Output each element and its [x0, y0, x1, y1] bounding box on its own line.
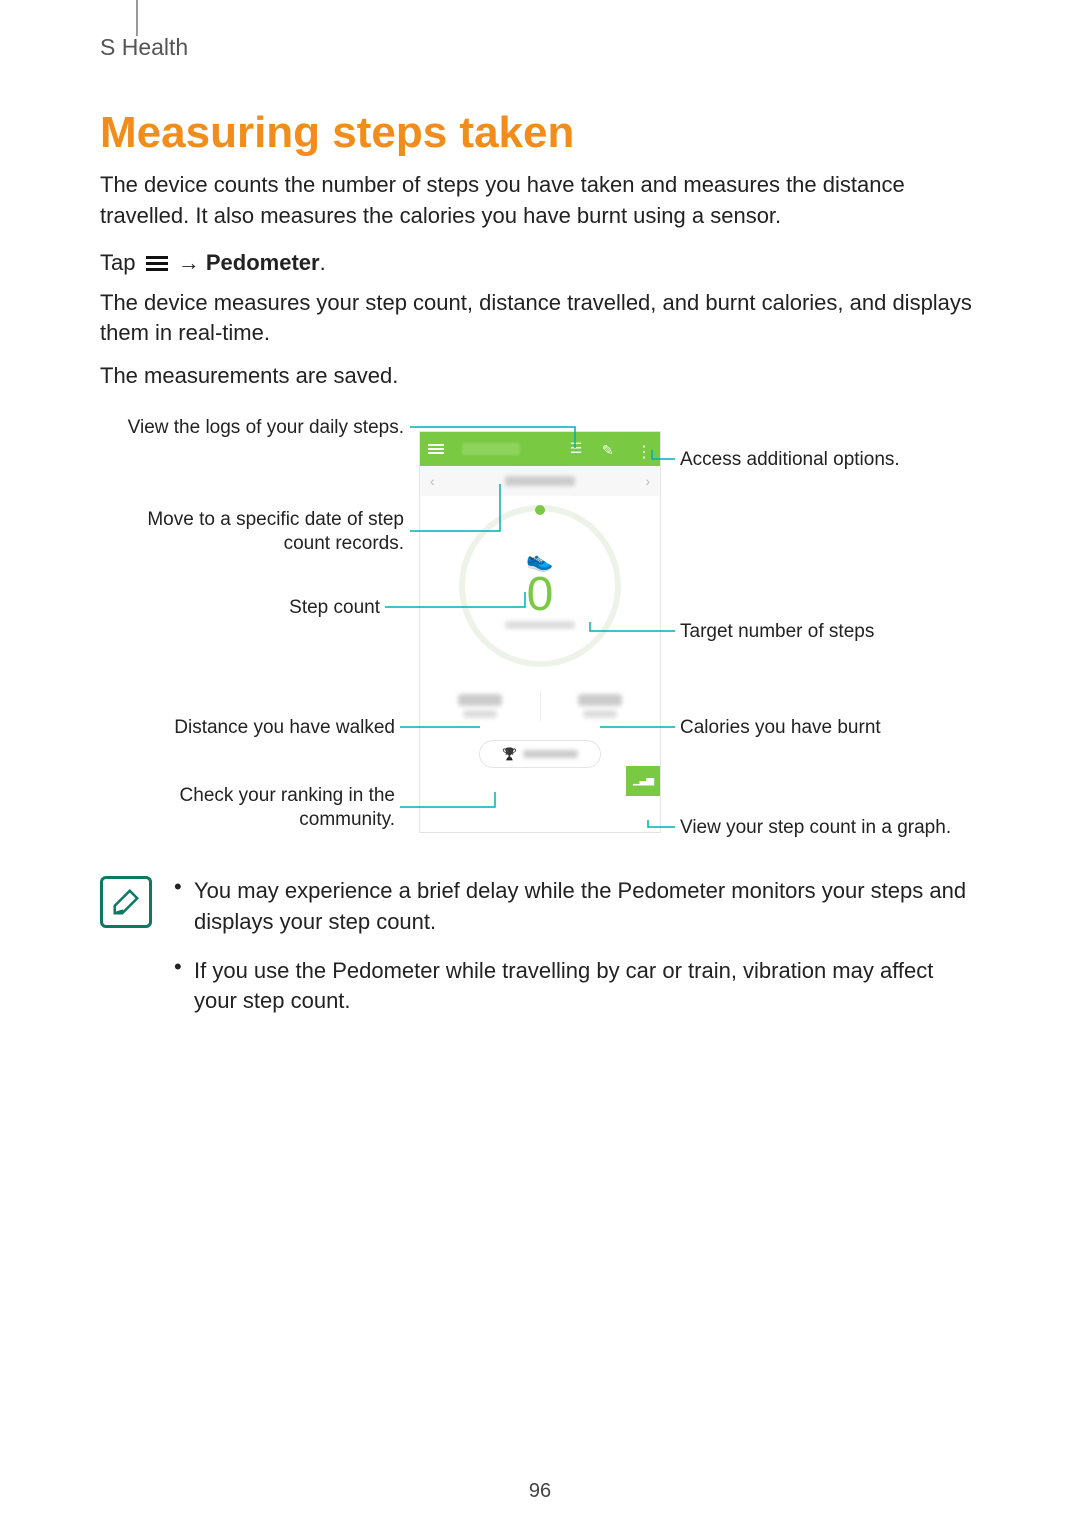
callout-step-count: Step count: [100, 596, 380, 620]
callout-logs: View the logs of your daily steps.: [86, 416, 404, 440]
note-item-2: If you use the Pedometer while travellin…: [170, 956, 980, 1018]
scoreboard-label-blur: [523, 750, 578, 758]
callout-graph: View your step count in a graph.: [680, 816, 951, 840]
graph-button[interactable]: [626, 766, 660, 796]
paragraph-2: The device measures your step count, dis…: [100, 288, 980, 350]
phone-screenshot: ‹ › 👟 0: [420, 432, 660, 832]
arrow-glyph: →: [178, 250, 200, 275]
gauge-ring: 👟 0: [459, 505, 621, 667]
menu-icon[interactable]: [428, 442, 444, 456]
intro-paragraph: The device counts the number of steps yo…: [100, 170, 980, 232]
callout-ranking-line2: community.: [299, 809, 395, 830]
callout-distance: Distance you have walked: [100, 716, 395, 740]
tap-instruction: Tap → Pedometer.: [100, 250, 980, 276]
calories-label-blur: [583, 710, 617, 718]
manual-page: S Health Measuring steps taken The devic…: [0, 0, 1080, 1527]
date-label-blur: [505, 476, 575, 486]
distance-stat: [420, 694, 540, 718]
callout-ranking: Check your ranking in the community.: [100, 784, 395, 832]
date-next-icon[interactable]: ›: [645, 473, 650, 489]
callout-date-line2: count records.: [284, 533, 404, 554]
note-block: You may experience a brief delay while t…: [100, 876, 980, 1035]
stats-row: [420, 676, 660, 736]
distance-label-blur: [463, 710, 497, 718]
callout-date-line1: Move to a specific date of step: [147, 509, 404, 530]
date-navigator: ‹ ›: [420, 466, 660, 496]
page-title: Measuring steps taken: [100, 30, 980, 158]
callout-target: Target number of steps: [680, 620, 874, 644]
callout-date: Move to a specific date of step count re…: [100, 508, 404, 556]
callout-ranking-line1: Check your ranking in the: [180, 785, 395, 806]
note-icon: [100, 876, 152, 928]
note-list: You may experience a brief delay while t…: [170, 876, 980, 1035]
calories-stat: [541, 694, 661, 718]
header-divider: [136, 0, 138, 36]
scoreboard-button[interactable]: [479, 740, 601, 768]
hamburger-icon: [146, 253, 168, 274]
annotated-diagram: View the logs of your daily steps. Move …: [100, 412, 980, 852]
trophy-icon: [502, 745, 517, 763]
calories-value-blur: [578, 694, 622, 706]
tap-prefix: Tap: [100, 250, 135, 275]
app-topbar: [420, 432, 660, 466]
step-count-value: 0: [527, 571, 554, 619]
page-number: 96: [0, 1480, 1080, 1503]
date-prev-icon[interactable]: ‹: [430, 473, 435, 489]
paragraph-3: The measurements are saved.: [100, 361, 980, 392]
callout-options: Access additional options.: [680, 448, 900, 472]
more-options-icon[interactable]: [636, 442, 652, 456]
bottom-row: [420, 736, 660, 796]
distance-value-blur: [458, 694, 502, 706]
step-gauge: 👟 0: [420, 496, 660, 676]
log-list-icon[interactable]: [568, 442, 584, 456]
gauge-knob: [535, 505, 545, 515]
tap-suffix: .: [320, 250, 326, 275]
callout-calories: Calories you have burnt: [680, 716, 881, 740]
section-header: S Health: [100, 34, 188, 61]
note-item-1: You may experience a brief delay while t…: [170, 876, 980, 938]
target-label-blur: [505, 621, 575, 629]
edit-icon[interactable]: [602, 442, 618, 456]
app-title-blur: [462, 443, 520, 455]
pedometer-label: Pedometer: [206, 250, 320, 275]
